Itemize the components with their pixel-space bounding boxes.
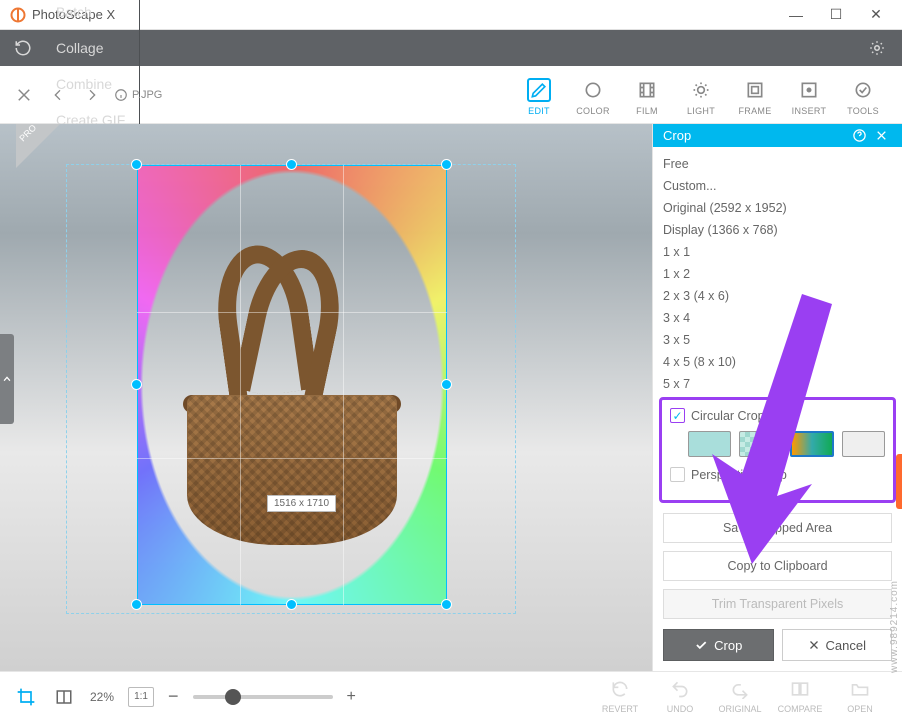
edit-icon: [527, 78, 551, 102]
frame-icon: [743, 78, 767, 102]
tool-light[interactable]: LIGHT: [674, 74, 728, 116]
crop-ratio-option[interactable]: 5 x 7: [663, 373, 892, 393]
crop-ratio-option[interactable]: Original (2592 x 1952): [663, 197, 892, 219]
tool-frame[interactable]: FRAME: [728, 74, 782, 116]
zoom-fit-button[interactable]: 1:1: [128, 687, 154, 707]
footer-undo-button[interactable]: UNDO: [652, 679, 708, 714]
mask-bg-swatch-2[interactable]: [739, 431, 782, 457]
zoom-in-button[interactable]: +: [347, 688, 356, 706]
file-info[interactable]: P.JPG: [114, 88, 162, 102]
panel-help-icon[interactable]: [848, 128, 870, 143]
perspective-crop-checkbox[interactable]: [670, 467, 685, 482]
crop-ratio-option[interactable]: Custom...: [663, 175, 892, 197]
insert-icon: [797, 78, 821, 102]
circular-crop-label: Circular Crop: [691, 409, 765, 423]
save-cropped-area-button[interactable]: Save Cropped Area: [663, 513, 892, 543]
crop-ratio-option[interactable]: 3 x 5: [663, 329, 892, 351]
crop-handle-s[interactable]: [286, 599, 297, 610]
window-minimize-button[interactable]: —: [776, 0, 816, 30]
crop-bounds[interactable]: 1516 x 1710: [66, 164, 516, 614]
crop-apply-button[interactable]: Crop: [663, 629, 774, 661]
tool-edit[interactable]: EDIT: [512, 74, 566, 116]
right-drag-nub[interactable]: [896, 454, 902, 509]
light-icon: [689, 78, 713, 102]
copy-to-clipboard-button[interactable]: Copy to Clipboard: [663, 551, 892, 581]
crop-ratio-list: FreeCustom...Original (2592 x 1952)Displ…: [653, 147, 902, 393]
trim-transparent-button: Trim Transparent Pixels: [663, 589, 892, 619]
tab-batch[interactable]: Batch: [42, 0, 140, 30]
footer-compare-button[interactable]: COMPARE: [772, 679, 828, 714]
crop-handle-n[interactable]: [286, 159, 297, 170]
crop-ratio-option[interactable]: 2 x 3 (4 x 6): [663, 285, 892, 307]
window-maximize-button[interactable]: ☐: [816, 0, 856, 30]
film-icon: [635, 78, 659, 102]
crop-cancel-button[interactable]: Cancel: [782, 629, 893, 661]
highlighted-crop-options: ✓ Circular Crop Perspective Crop: [659, 397, 896, 503]
refresh-icon[interactable]: [10, 35, 36, 61]
tool-insert[interactable]: INSERT: [782, 74, 836, 116]
circular-crop-row[interactable]: ✓ Circular Crop: [670, 408, 885, 423]
compare-icon: [790, 679, 810, 701]
tools-icon: [851, 78, 875, 102]
zoom-slider-knob[interactable]: [225, 689, 241, 705]
status-bar: 22% 1:1 − + REVERTUNDOORIGINALCOMPAREOPE…: [0, 671, 902, 721]
crop-handle-nw[interactable]: [131, 159, 142, 170]
zoom-out-button[interactable]: −: [168, 686, 179, 707]
tab-collage[interactable]: Collage: [42, 30, 140, 66]
file-name: P.JPG: [132, 89, 162, 101]
footer-original-button[interactable]: ORIGINAL: [712, 679, 768, 714]
mask-bg-swatch-3[interactable]: [790, 431, 833, 457]
prev-file-icon[interactable]: [46, 83, 70, 107]
zoom-slider[interactable]: [193, 695, 333, 699]
mask-bg-swatch-1[interactable]: [688, 431, 731, 457]
crop-handle-sw[interactable]: [131, 599, 142, 610]
close-file-icon[interactable]: [12, 83, 36, 107]
crop-panel: Crop FreeCustom...Original (2592 x 1952)…: [652, 124, 902, 671]
tool-tools[interactable]: TOOLS: [836, 74, 890, 116]
next-file-icon[interactable]: [80, 83, 104, 107]
crop-ratio-option[interactable]: 1 x 2: [663, 263, 892, 285]
footer-revert-button[interactable]: REVERT: [592, 679, 648, 714]
tool-film[interactable]: FILM: [620, 74, 674, 116]
perspective-crop-row[interactable]: Perspective Crop: [670, 467, 885, 482]
crop-ratio-option[interactable]: Display (1366 x 768): [663, 219, 892, 241]
footer-open-button[interactable]: OPEN: [832, 679, 888, 714]
crop-panel-title: Crop: [663, 128, 691, 143]
crop-selection[interactable]: [137, 165, 447, 605]
window-close-button[interactable]: ✕: [856, 0, 896, 30]
pro-badge: PRO: [16, 124, 60, 168]
canvas[interactable]: PRO 1516 x 1710: [0, 124, 652, 671]
crop-handle-se[interactable]: [441, 599, 452, 610]
crop-handle-ne[interactable]: [441, 159, 452, 170]
settings-gear-icon[interactable]: [862, 39, 892, 57]
expand-left-panel-icon[interactable]: [0, 334, 14, 424]
revert-icon: [610, 679, 630, 701]
original-icon: [730, 679, 750, 701]
main-tabbar: ViewerEditorCut OutBatchCollageCombineCr…: [0, 30, 902, 66]
undo-icon: [670, 679, 690, 701]
watermark: www.989214.com: [889, 580, 900, 673]
circular-crop-checkbox[interactable]: ✓: [670, 408, 685, 423]
crop-ratio-option[interactable]: 1 x 1: [663, 241, 892, 263]
crop-ratio-option[interactable]: 4 x 5 (8 x 10): [663, 351, 892, 373]
split-view-icon[interactable]: [52, 685, 76, 709]
panel-close-icon[interactable]: [870, 129, 892, 142]
perspective-crop-label: Perspective Crop: [691, 468, 787, 482]
crop-ratio-option[interactable]: 3 x 4: [663, 307, 892, 329]
crop-tool-icon[interactable]: [14, 685, 38, 709]
tool-color[interactable]: COLOR: [566, 74, 620, 116]
zoom-value[interactable]: 22%: [90, 690, 114, 704]
open-icon: [850, 679, 870, 701]
editor-content: PRO 1516 x 1710 Crop: [0, 124, 902, 671]
crop-handle-w[interactable]: [131, 379, 142, 390]
crop-ratio-option[interactable]: Free: [663, 153, 892, 175]
crop-panel-header: Crop: [653, 124, 902, 147]
color-icon: [581, 78, 605, 102]
app-logo-icon: [10, 7, 26, 23]
crop-handle-e[interactable]: [441, 379, 452, 390]
mask-bg-swatch-4[interactable]: [842, 431, 885, 457]
